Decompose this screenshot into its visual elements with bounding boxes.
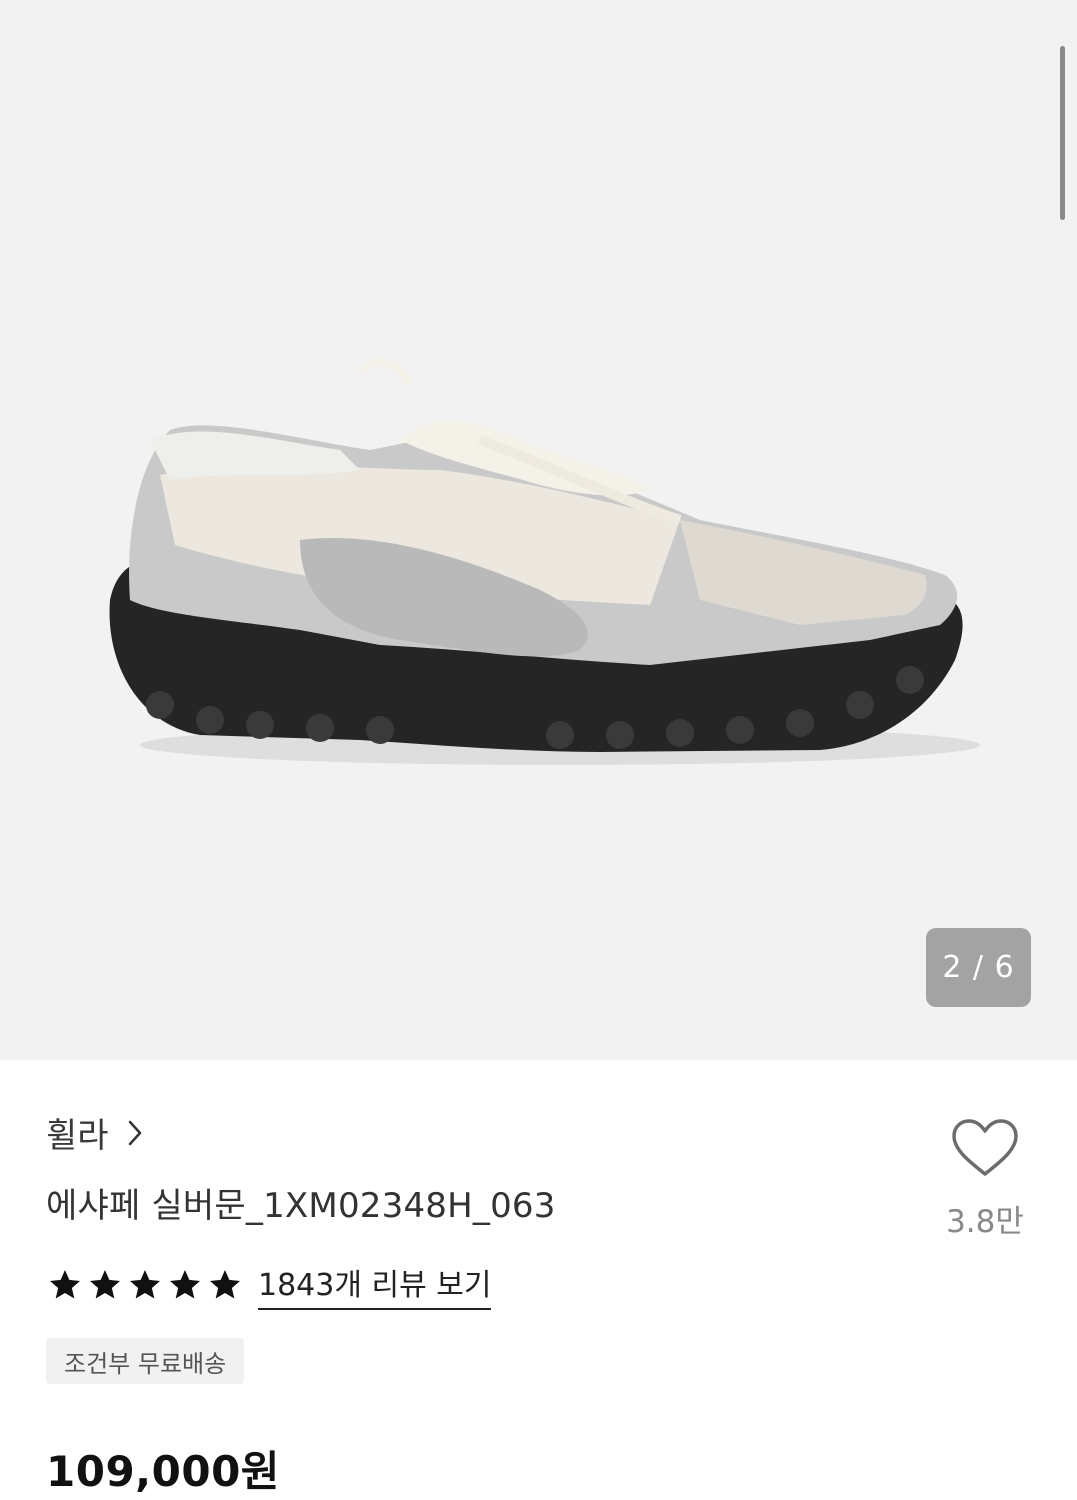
star-icon <box>210 1270 240 1299</box>
image-counter: 2 / 6 <box>926 928 1031 1007</box>
heart-icon <box>952 1119 1018 1176</box>
star-icon <box>130 1270 160 1299</box>
like-button[interactable]: 3.8만 <box>930 1118 1040 1241</box>
product-price: 109,000원 <box>46 1447 280 1496</box>
product-info: 휠라 에샤페 실버문_1XM02348H_063 3.8만 1843개 리뷰 보… <box>0 1060 1077 1500</box>
star-icon <box>170 1270 200 1299</box>
brand-name: 휠라 <box>46 1116 109 1156</box>
gallery-scrollbar[interactable] <box>1060 46 1065 220</box>
like-count: 3.8만 <box>946 1204 1024 1240</box>
product-title: 에샤페 실버문_1XM02348H_063 <box>46 1186 556 1226</box>
product-image-gallery[interactable]: 2 / 6 <box>0 0 1077 1060</box>
chevron-right-icon <box>128 1120 141 1145</box>
rating-row: 1843개 리뷰 보기 <box>46 1260 492 1310</box>
brand-link[interactable]: 휠라 <box>46 1108 147 1157</box>
product-photo <box>109 358 980 765</box>
star-icon <box>50 1270 80 1299</box>
shipping-badge: 조건부 무료배송 <box>46 1338 245 1384</box>
rating-stars <box>46 1267 244 1303</box>
star-icon <box>90 1270 120 1299</box>
review-link[interactable]: 1843개 리뷰 보기 <box>258 1260 492 1310</box>
